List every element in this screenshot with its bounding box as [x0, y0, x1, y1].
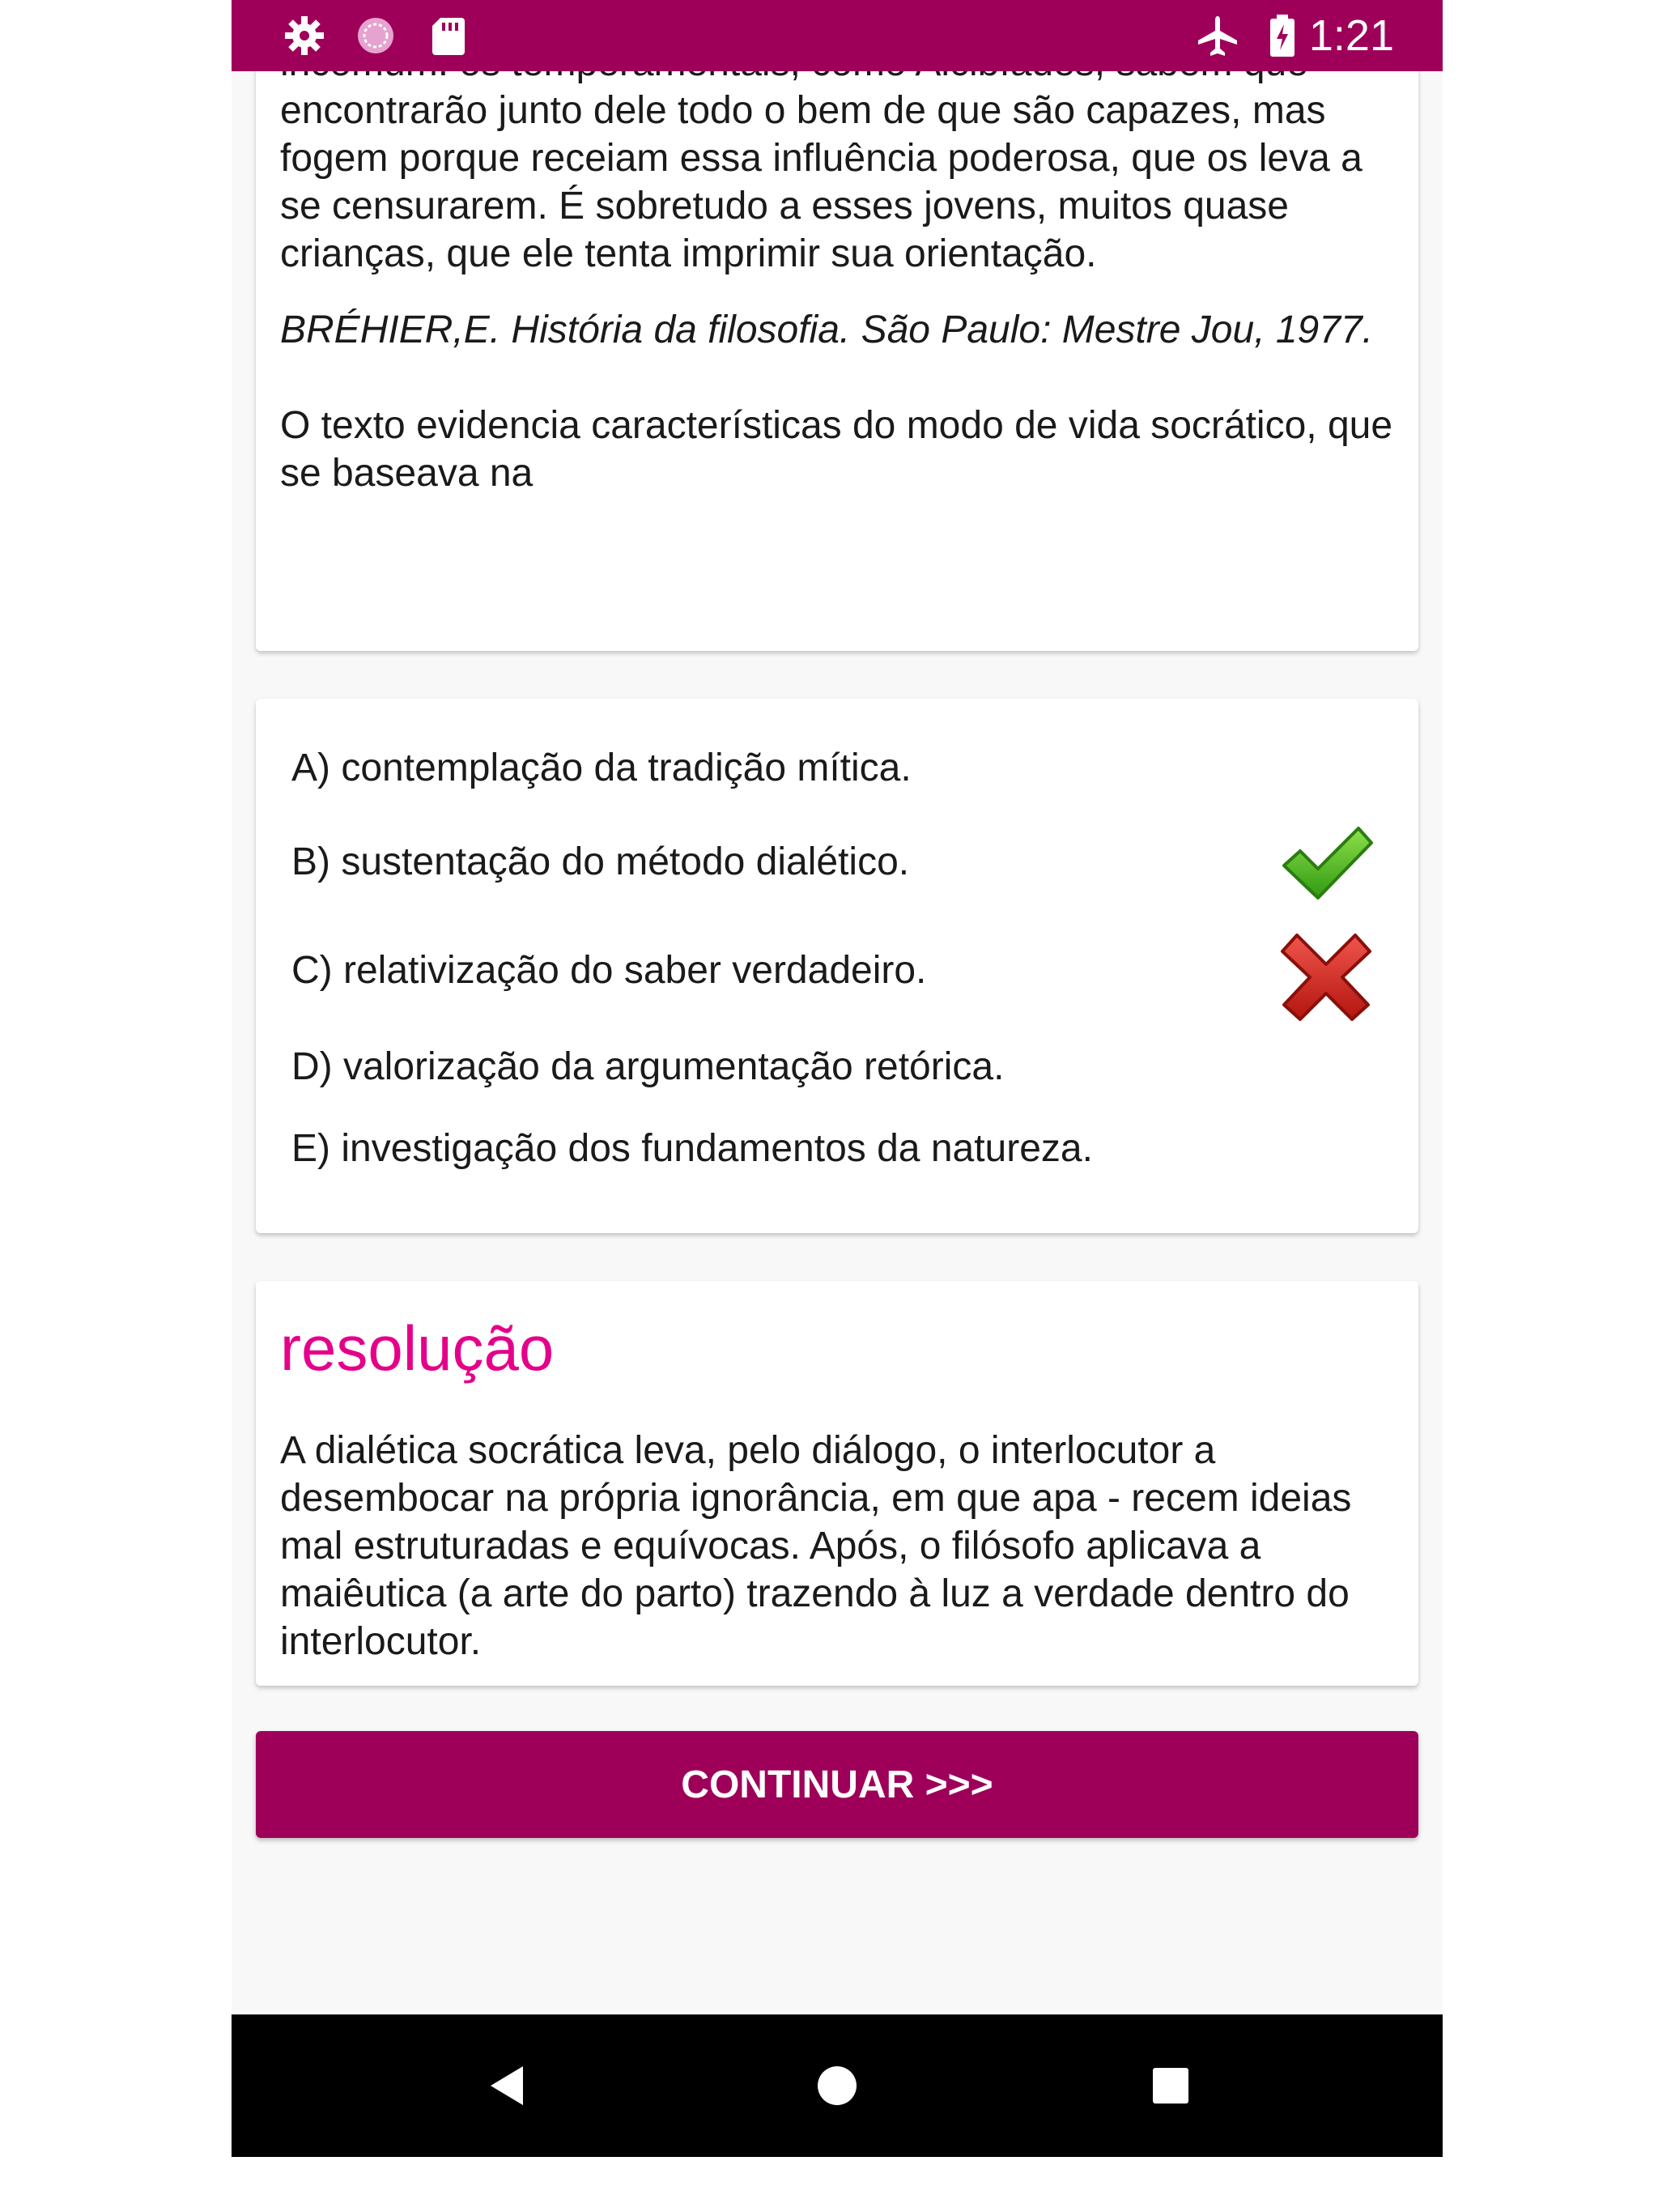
option-label: A) contemplação da tradição mítica.	[291, 746, 912, 789]
wrong-x-icon	[1281, 934, 1371, 1021]
question-card: incomum: os temperamentais, como Alcibía…	[256, 71, 1418, 651]
option-b[interactable]: B) sustentação do método dialético.	[291, 827, 1383, 900]
resolution-title: resolução	[280, 1312, 555, 1384]
resolution-card: resolução A dialética socrática leva, pe…	[256, 1281, 1418, 1686]
continue-button[interactable]: CONTINUAR >>>	[256, 1731, 1418, 1838]
phone-screen: incomum: os temperamentais, como Alcibía…	[232, 0, 1443, 2212]
question-citation: BRÉHIER,E. História da filosofia. São Pa…	[280, 308, 1373, 351]
option-label: C) relativização do saber verdadeiro.	[291, 948, 927, 992]
status-time: 1:21	[1308, 11, 1394, 60]
navigation-bar	[232, 2014, 1443, 2157]
back-icon[interactable]	[474, 2053, 539, 2118]
status-bar: 1:21	[232, 0, 1443, 71]
sd-card-icon	[426, 13, 471, 58]
recents-icon[interactable]	[1138, 2053, 1203, 2118]
resolution-text: A dialética socrática leva, pelo diálogo…	[280, 1429, 1352, 1663]
option-label: D) valorização da argumentação retórica.	[291, 1044, 1005, 1088]
scroll-content[interactable]: incomum: os temperamentais, como Alcibía…	[232, 71, 1443, 2014]
option-d[interactable]: D) valorização da argumentação retórica.	[291, 1038, 1383, 1095]
options-card: A) contemplação da tradição mítica. B) s…	[256, 699, 1418, 1233]
checkmark-icon	[1282, 827, 1373, 900]
home-icon[interactable]	[805, 2053, 869, 2118]
option-label: B) sustentação do método dialético.	[291, 840, 910, 883]
option-label: E) investigação dos fundamentos da natur…	[291, 1126, 1093, 1170]
option-a[interactable]: A) contemplação da tradição mítica.	[291, 739, 1383, 796]
airplane-icon	[1195, 13, 1240, 58]
question-cut-line: incomum: os temperamentais, como Alcibía…	[280, 71, 1308, 84]
gear-icon	[282, 13, 327, 58]
question-text-block: incomum: os temperamentais, como Alcibía…	[280, 71, 1394, 278]
battery-charging-icon	[1260, 13, 1305, 58]
question-paragraph: encontrarão junto dele todo o bem de que…	[280, 89, 1363, 275]
option-c[interactable]: C) relativização do saber verdadeiro.	[291, 934, 1383, 1021]
option-e[interactable]: E) investigação dos fundamentos da natur…	[291, 1120, 1383, 1176]
sync-icon	[353, 13, 398, 58]
question-prompt: O texto evidencia características do mod…	[280, 404, 1393, 495]
